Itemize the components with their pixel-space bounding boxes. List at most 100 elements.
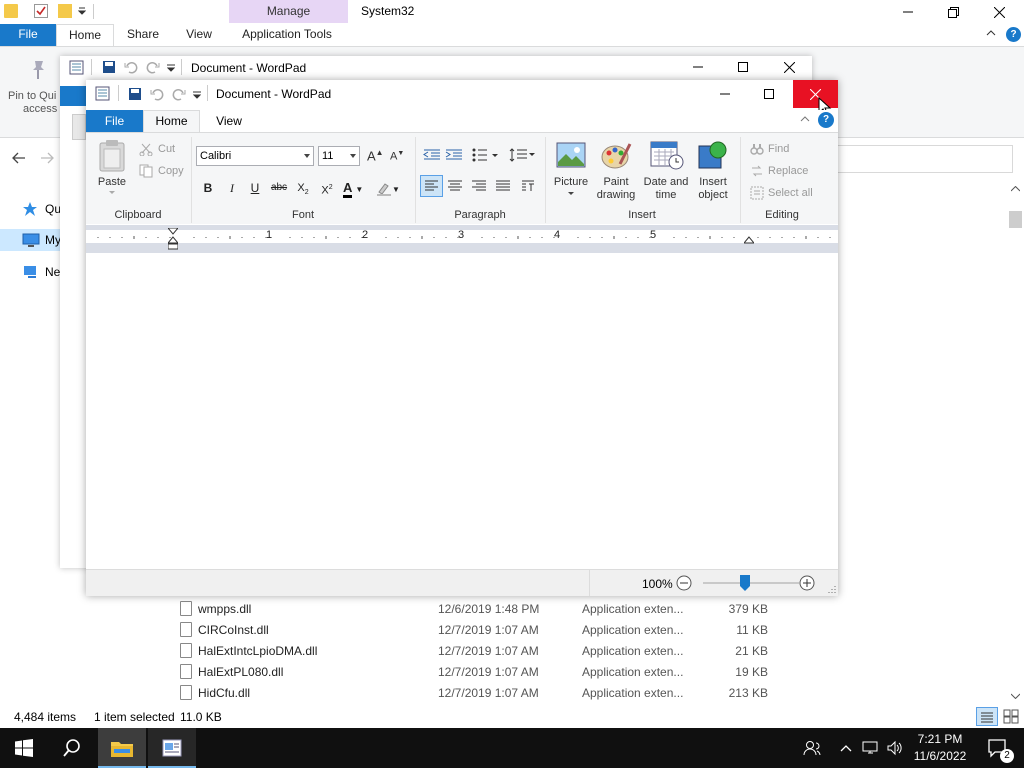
- hanging-indent-marker[interactable]: [168, 236, 178, 250]
- tab-file[interactable]: File: [0, 24, 56, 46]
- replace-button[interactable]: Replace: [750, 164, 808, 178]
- table-row[interactable]: HidCfu.dll 12/7/2019 1:07 AM Application…: [160, 682, 860, 703]
- table-row[interactable]: CIRCoInst.dll 12/7/2019 1:07 AM Applicat…: [160, 619, 860, 640]
- paste-icon[interactable]: [98, 139, 126, 173]
- ruler[interactable]: 1 2 3 4 5: [86, 225, 838, 253]
- folder-icon[interactable]: [4, 4, 18, 18]
- font-size-select[interactable]: 11: [318, 146, 360, 166]
- font-color-button[interactable]: A ▼: [343, 178, 371, 198]
- right-indent-marker[interactable]: [744, 236, 754, 244]
- start-button[interactable]: [0, 728, 48, 768]
- save-icon[interactable]: [102, 60, 116, 74]
- help-icon[interactable]: ?: [1006, 27, 1021, 42]
- back-arrow-icon[interactable]: [12, 152, 26, 164]
- help-icon[interactable]: ?: [818, 112, 834, 128]
- customize-quick-access-icon[interactable]: [193, 91, 201, 99]
- minimize-button[interactable]: [675, 55, 721, 79]
- strikethrough-button[interactable]: abc: [269, 178, 289, 198]
- redo-icon[interactable]: [172, 87, 186, 101]
- sidebar-item-this-pc[interactable]: My: [22, 229, 61, 251]
- subscript-button[interactable]: X2: [293, 178, 313, 198]
- zoom-out-button[interactable]: [676, 575, 692, 591]
- align-right-button[interactable]: [468, 176, 490, 196]
- align-center-button[interactable]: [444, 176, 466, 196]
- minimize-button[interactable]: [702, 82, 748, 106]
- file-tab-partial[interactable]: [60, 86, 86, 106]
- document-editing-area[interactable]: [86, 253, 838, 569]
- underline-button[interactable]: U: [245, 178, 265, 198]
- sidebar-item-network[interactable]: Ne: [22, 261, 60, 283]
- align-left-button[interactable]: [420, 175, 443, 197]
- zoom-slider-thumb[interactable]: [740, 575, 750, 591]
- new-folder-icon[interactable]: [58, 4, 72, 18]
- table-row[interactable]: HalExtIntcLpioDMA.dll 12/7/2019 1:07 AM …: [160, 640, 860, 661]
- insert-object-icon[interactable]: [698, 140, 730, 170]
- customize-quick-access-icon[interactable]: [78, 7, 92, 21]
- resize-grip-icon[interactable]: [827, 585, 836, 594]
- volume-icon[interactable]: [884, 728, 906, 768]
- scrollbar-thumb[interactable]: [1009, 211, 1022, 228]
- picture-icon[interactable]: [556, 142, 586, 168]
- shrink-font-icon[interactable]: A▼: [390, 150, 404, 163]
- tab-view[interactable]: View: [176, 24, 222, 46]
- bullet-list-icon[interactable]: [472, 148, 498, 162]
- copy-button[interactable]: Copy: [139, 164, 184, 178]
- paint-drawing-button[interactable]: Paint drawing: [592, 176, 640, 202]
- collapse-ribbon-icon[interactable]: [800, 115, 810, 123]
- redo-icon[interactable]: [146, 60, 160, 74]
- scroll-up-icon[interactable]: [1011, 186, 1020, 192]
- cut-button[interactable]: Cut: [139, 142, 175, 156]
- decrease-indent-icon[interactable]: [423, 148, 441, 162]
- highlight-color-button[interactable]: ▼: [376, 178, 406, 198]
- show-hidden-icons-chevron-icon[interactable]: [838, 728, 854, 768]
- people-icon[interactable]: [800, 728, 824, 768]
- justify-button[interactable]: [492, 176, 514, 196]
- paint-palette-icon[interactable]: [600, 140, 632, 170]
- scroll-down-icon[interactable]: [1011, 693, 1020, 699]
- superscript-button[interactable]: X2: [317, 178, 337, 198]
- details-view-icon[interactable]: [976, 707, 998, 726]
- pin-to-quick-access-label[interactable]: Pin to Qui access: [8, 90, 57, 116]
- picture-button[interactable]: Picture: [550, 176, 592, 189]
- maximize-button[interactable]: [746, 82, 792, 106]
- tab-share[interactable]: Share: [118, 24, 168, 46]
- pin-icon[interactable]: [28, 59, 48, 81]
- grow-font-icon[interactable]: A▲: [367, 148, 384, 163]
- zoom-in-button[interactable]: [799, 575, 815, 591]
- font-family-select[interactable]: Calibri: [196, 146, 314, 166]
- properties-icon[interactable]: [34, 4, 48, 18]
- collapse-ribbon-icon[interactable]: [986, 29, 996, 37]
- taskbar-wordpad[interactable]: [148, 728, 196, 768]
- minimize-button[interactable]: [885, 0, 931, 24]
- paste-button[interactable]: Paste: [96, 176, 128, 189]
- first-line-indent-marker[interactable]: [168, 228, 178, 236]
- tab-home[interactable]: Home: [56, 24, 114, 46]
- tab-application-tools[interactable]: Application Tools: [232, 24, 342, 46]
- bold-button[interactable]: B: [198, 178, 218, 198]
- table-row[interactable]: HalExtPL080.dll 12/7/2019 1:07 AM Applic…: [160, 661, 860, 682]
- taskbar-file-explorer[interactable]: [98, 728, 146, 768]
- action-center-button[interactable]: 2: [978, 728, 1018, 768]
- restore-button[interactable]: [930, 0, 976, 24]
- search-box[interactable]: [837, 145, 1013, 173]
- select-all-button[interactable]: Select all: [750, 186, 813, 200]
- find-button[interactable]: Find: [750, 142, 789, 156]
- tab-home[interactable]: Home: [143, 110, 200, 133]
- tab-view[interactable]: View: [214, 110, 244, 132]
- line-spacing-icon[interactable]: [509, 147, 535, 163]
- sidebar-item-quick-access[interactable]: Qu: [22, 198, 61, 220]
- zoom-slider-track[interactable]: [703, 582, 799, 584]
- system-clock[interactable]: 7:21 PM 11/6/2022: [908, 731, 972, 765]
- undo-icon[interactable]: [124, 60, 138, 74]
- close-button[interactable]: [766, 55, 812, 79]
- forward-arrow-icon[interactable]: [40, 152, 54, 164]
- save-icon[interactable]: [128, 87, 142, 101]
- table-row[interactable]: wmpps.dll 12/6/2019 1:48 PM Application …: [160, 598, 860, 619]
- calendar-clock-icon[interactable]: [650, 140, 684, 170]
- undo-icon[interactable]: [150, 87, 164, 101]
- maximize-button[interactable]: [720, 55, 766, 79]
- italic-button[interactable]: I: [222, 178, 242, 198]
- vertical-scrollbar[interactable]: [1007, 181, 1024, 706]
- network-status-icon[interactable]: [860, 728, 882, 768]
- insert-object-button[interactable]: Insert object: [692, 176, 734, 202]
